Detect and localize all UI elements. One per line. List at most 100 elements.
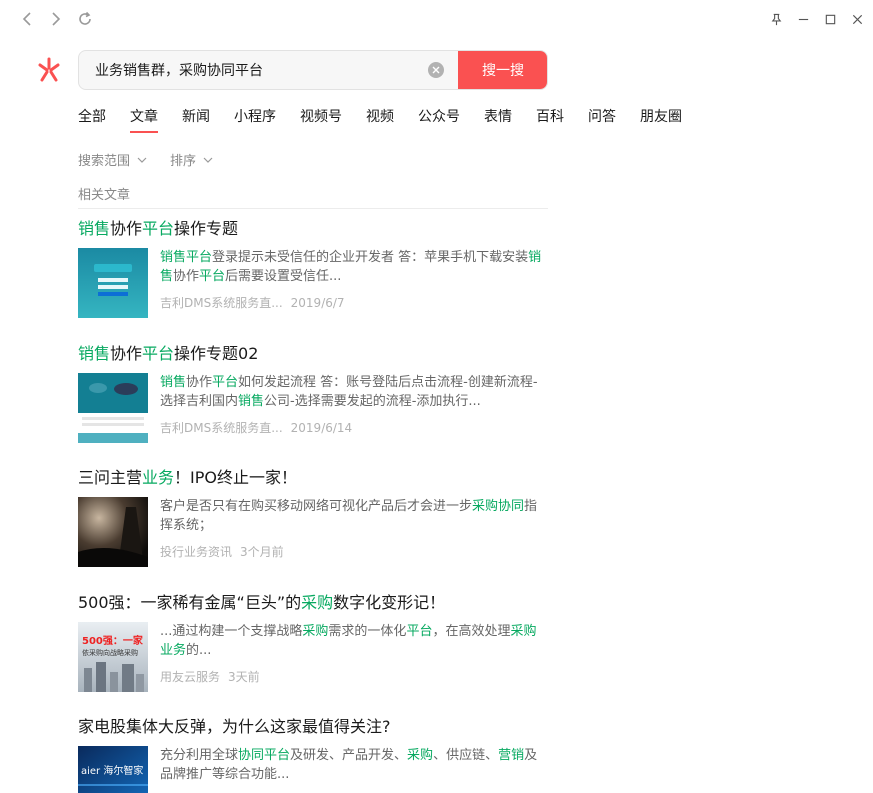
pin-icon [771,13,781,25]
result-meta: 投行业务资讯 3个月前 [160,543,284,560]
result-source[interactable]: 投行业务资讯 [160,545,232,559]
title-text: 500强：一家稀有金属“巨头”的 [78,593,302,612]
result-meta: 吉利DMS系统服务直... 2019/6/14 [160,419,352,436]
tab-1[interactable]: 文章 [130,106,158,133]
snippet-keyword-highlight: 采购协同 [472,499,525,514]
result-title[interactable]: 三问主营业务！IPO终止一家！ [78,467,548,489]
chevron-down-icon [203,157,213,163]
article-thumbnail[interactable] [78,497,148,567]
snippet-keyword-highlight: 平台 [406,624,433,639]
result-title[interactable]: 500强：一家稀有金属“巨头”的采购数字化变形记！ [78,592,548,614]
snippet-text: 后需要设置受信任... [225,269,342,284]
article-thumbnail-image: 500强：一家 依采购向战略采购 [78,622,148,692]
snippet-text: 及研发、产品开发、 [290,748,408,763]
search-result-item[interactable]: 销售协作平台操作专题 销售平台登录提示未受信任的企业开发者 答：苹果手机下载安装… [78,218,548,318]
sort-dropdown[interactable]: 排序 [170,150,214,169]
result-body: 500强：一家 依采购向战略采购 ...通过构建一个支撑战略采购需求的一体化平台… [78,622,548,694]
snippet-text: 客户是否只有在购买移动网络可视化产品后才会进一步 [160,499,473,514]
result-time: 2019/6/14 [290,421,353,435]
title-keyword-highlight: 采购 [301,593,334,612]
section-title: 相关文章 [78,188,131,203]
result-title[interactable]: 销售协作平台操作专题 [78,218,548,240]
search-input[interactable] [79,51,459,89]
result-body: 客户是否只有在购买移动网络可视化产品后才会进一步采购协同指挥系统； 投行业务资讯 3… [78,497,548,569]
result-snippet: 充分利用全球协同平台及研发、产品开发、采购、供应链、营销及品牌推广等综合功能..… [160,746,548,784]
search-result-item[interactable]: 500强：一家稀有金属“巨头”的采购数字化变形记！ 500强：一家 依采购向战略… [78,592,548,692]
snippet-text: 协作 [186,375,213,390]
result-time: 3个月前 [240,545,284,559]
tab-2[interactable]: 新闻 [182,106,210,130]
title-text: 协作 [110,219,143,238]
article-thumbnail[interactable]: 500强：一家 依采购向战略采购 [78,622,148,692]
pin-button[interactable] [765,8,787,30]
result-body: 销售平台登录提示未受信任的企业开发者 答：苹果手机下载安装销售协作平台后需要设置… [78,248,548,320]
sort-label: 排序 [170,154,197,169]
result-meta: 吉利DMS系统服务直... 2019/6/7 [160,294,345,311]
close-button[interactable] [846,8,868,30]
snippet-keyword-highlight: 平台 [199,269,226,284]
search-result-item[interactable]: 三问主营业务！IPO终止一家！ 客户是否只有在购买移动网络可视化产品后才会进一步… [78,467,548,567]
thumbnail-brand-text: aier 海尔智家 [81,764,143,777]
tab-6[interactable]: 公众号 [418,106,460,130]
chevron-left-icon [22,12,31,26]
tab-0[interactable]: 全部 [78,106,106,130]
sousou-logo-icon [38,57,60,82]
maximize-icon [825,14,835,24]
title-keyword-highlight: 平台 [142,344,175,363]
snippet-text: 充分利用全球 [160,748,239,763]
title-text: 三问主营 [78,468,143,487]
minimize-icon [798,18,808,20]
filter-bar: 搜索范围 排序 [78,150,236,169]
result-title[interactable]: 家电股集体大反弹，为什么这家最值得关注? [78,716,548,738]
article-thumbnail-image [78,248,148,318]
snippet-text: ，在高效处理 [432,624,511,639]
tab-10[interactable]: 朋友圈 [640,106,682,130]
result-source[interactable]: 吉利DMS系统服务直... [160,296,283,310]
maximize-button[interactable] [819,8,841,30]
clear-icon [432,66,440,74]
title-keyword-highlight: 销售 [78,219,111,238]
forward-button[interactable] [44,8,66,30]
search-result-item[interactable]: 销售协作平台操作专题02 销售协作平台如何发起流程 答：账号登陆后点击流程-创建… [78,343,548,443]
snippet-text: ...通过构建一个支撑战略 [160,624,303,639]
tab-3[interactable]: 小程序 [234,106,276,130]
back-button[interactable] [17,8,39,30]
article-thumbnail-image [78,373,148,443]
result-snippet: ...通过构建一个支撑战略采购需求的一体化平台，在高效处理采购业务的... [160,622,548,660]
title-bar [0,0,873,36]
title-text: 家电股集体大反弹，为什么这家最值得关注? [78,717,391,736]
tab-7[interactable]: 表情 [484,106,512,130]
tab-9[interactable]: 问答 [588,106,616,130]
refresh-button[interactable] [74,8,96,30]
article-thumbnail[interactable] [78,248,148,318]
result-time: 3天前 [228,670,260,684]
article-thumbnail[interactable]: aier 海尔智家 [78,746,148,793]
result-title[interactable]: 销售协作平台操作专题02 [78,343,548,365]
snippet-keyword-highlight: 销售 [160,375,187,390]
search-result-item[interactable]: 家电股集体大反弹，为什么这家最值得关注? aier 海尔智家 充分利用全球协同平… [78,716,548,793]
result-source[interactable]: 用友云服务 [160,670,220,684]
search-scope-dropdown[interactable]: 搜索范围 [78,150,148,169]
snippet-keyword-highlight: 销售平台 [160,250,213,265]
title-keyword-highlight: 业务 [142,468,175,487]
article-thumbnail[interactable] [78,373,148,443]
search-button[interactable]: 搜一搜 [458,51,547,89]
title-keyword-highlight: 销售 [78,344,111,363]
result-body: 销售协作平台如何发起流程 答：账号登陆后点击流程-创建新流程-选择吉利国内销售公… [78,373,548,445]
snippet-text: 、供应链、 [433,748,499,763]
title-text: 数字化变形记！ [333,593,446,612]
tab-4[interactable]: 视频号 [300,106,342,130]
chevron-right-icon [52,12,61,26]
chevron-down-icon [137,157,147,163]
tab-8[interactable]: 百科 [536,106,564,130]
result-snippet: 销售平台登录提示未受信任的企业开发者 答：苹果手机下载安装销售协作平台后需要设置… [160,248,548,286]
snippet-text: 的... [186,643,212,658]
result-source[interactable]: 吉利DMS系统服务直... [160,421,283,435]
tab-5[interactable]: 视频 [366,106,394,130]
article-thumbnail-image: aier 海尔智家 [78,746,148,793]
snippet-text: 登录提示未受信任的企业开发者 答：苹果手机下载安装 [212,250,529,265]
snippet-keyword-highlight: 销售 [238,394,265,409]
minimize-button[interactable] [792,8,814,30]
clear-search-button[interactable] [428,62,444,78]
search-scope-label: 搜索范围 [78,154,131,169]
